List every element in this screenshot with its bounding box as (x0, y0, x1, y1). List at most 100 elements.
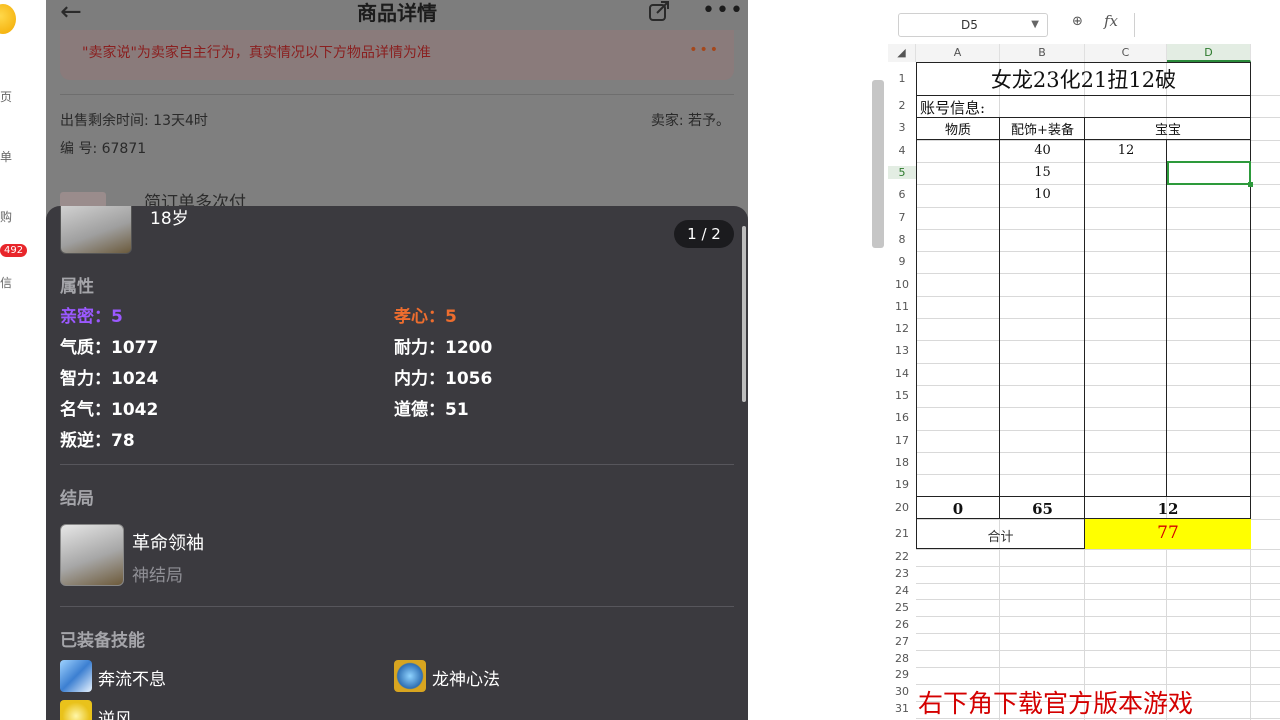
table-border (916, 95, 1251, 96)
sheet-title-cell[interactable]: 女龙23化21扭12破 (916, 64, 1251, 94)
row-header[interactable]: 16 (888, 411, 916, 424)
skill-name: 奔流不息 (98, 670, 166, 690)
column-header-a[interactable]: A (916, 44, 1000, 62)
attr-label: 耐力： (394, 338, 445, 358)
row-header[interactable]: 3 (888, 121, 916, 134)
row-header[interactable]: 10 (888, 278, 916, 291)
row-header[interactable]: 4 (888, 144, 916, 157)
more-options-icon[interactable]: ••• (702, 0, 744, 22)
row-header[interactable]: 25 (888, 601, 916, 614)
row-header[interactable]: 22 (888, 550, 916, 563)
attr-morality: 道德：51 (394, 395, 469, 420)
row-header[interactable]: 7 (888, 211, 916, 224)
row-header[interactable]: 13 (888, 344, 916, 357)
grid-row-line (916, 650, 1280, 652)
attr-rebellion: 叛逆：78 (60, 426, 135, 451)
nav-label-home[interactable]: 页 (0, 88, 12, 105)
attr-value: 5 (445, 307, 457, 327)
skill-icon (60, 660, 92, 692)
row-header[interactable]: 21 (888, 527, 916, 540)
active-cell-d5[interactable] (1167, 161, 1253, 187)
row-header[interactable]: 5 (888, 166, 916, 180)
attr-stamina: 耐力：1200 (394, 333, 492, 358)
seller-name[interactable]: 卖家: 若予。 (651, 110, 730, 130)
cell-c4[interactable]: 12 (1085, 143, 1167, 158)
cell-c20[interactable]: 12 (1085, 500, 1251, 518)
sum-label-cell[interactable]: 合计 (916, 526, 1085, 545)
row-header[interactable]: 6 (888, 188, 916, 201)
notice-dots-icon[interactable]: ••• (689, 42, 720, 58)
row-header[interactable]: 12 (888, 322, 916, 335)
row-header[interactable]: 29 (888, 668, 916, 681)
chevron-down-icon[interactable]: ▼ (1031, 14, 1039, 36)
cell-b5[interactable]: 15 (1000, 165, 1085, 180)
row-header[interactable]: 1 (888, 72, 916, 85)
row-header[interactable]: 23 (888, 567, 916, 580)
share-icon[interactable] (648, 0, 670, 22)
row-header[interactable]: 26 (888, 618, 916, 631)
column-header-d[interactable]: D (1167, 44, 1251, 62)
row-header[interactable]: 20 (888, 501, 916, 514)
row-header[interactable]: 24 (888, 584, 916, 597)
zoom-icon[interactable]: ⊕ (1072, 14, 1083, 29)
skill-name: 龙神心法 (432, 670, 500, 690)
remaining-time: 出售剩余时间: 13天4时 (60, 113, 208, 129)
header-equipment[interactable]: 配饰+装备 (1000, 119, 1085, 138)
select-all-corner[interactable]: ◢ (888, 44, 916, 62)
function-icon[interactable]: fx (1104, 12, 1118, 30)
column-header-b[interactable]: B (1000, 44, 1085, 62)
row-header[interactable]: 18 (888, 456, 916, 469)
cell-b20[interactable]: 65 (1000, 500, 1085, 518)
header-pet[interactable]: 宝宝 (1085, 119, 1251, 138)
nav-label-orders[interactable]: 单 (0, 148, 12, 165)
row-header[interactable]: 8 (888, 233, 916, 246)
character-age: 18岁 (150, 209, 189, 229)
attr-label: 名气： (60, 400, 111, 420)
cell-a20[interactable]: 0 (916, 500, 1000, 518)
nav-label-messages[interactable]: 信 (0, 274, 12, 291)
attr-fame: 名气：1042 (60, 395, 158, 420)
row-header[interactable]: 30 (888, 685, 916, 698)
grid-row-line (916, 340, 1280, 342)
name-box[interactable]: D5 ▼ (898, 13, 1048, 37)
scrollbar[interactable] (742, 226, 746, 402)
row-header[interactable]: 19 (888, 478, 916, 491)
attr-label: 孝心： (394, 307, 445, 327)
row-header[interactable]: 17 (888, 434, 916, 447)
grid-row-line (916, 384, 1280, 386)
background-gap (748, 0, 872, 720)
grid-row-line (916, 565, 1280, 567)
character-detail-card: 18岁 1 / 2 属性 亲密：5 孝心：5 气质：1077 耐力：1200 智… (46, 206, 748, 720)
formula-input[interactable] (1134, 13, 1280, 37)
attr-value: 51 (445, 400, 469, 420)
cell-b4[interactable]: 40 (1000, 143, 1085, 158)
skill-name: 逆风 (98, 710, 132, 720)
row-header[interactable]: 15 (888, 389, 916, 402)
grid-row-line (916, 295, 1280, 297)
row-header[interactable]: 27 (888, 635, 916, 648)
attr-label: 亲密： (60, 307, 111, 327)
grid-row-line (916, 667, 1280, 668)
grid-row-line (916, 251, 1280, 253)
grid-row-line (916, 429, 1280, 431)
attr-filial: 孝心：5 (394, 302, 457, 327)
column-header-c[interactable]: C (1085, 44, 1167, 62)
grid-row-line (916, 616, 1280, 618)
row-header[interactable]: 9 (888, 255, 916, 268)
header-material[interactable]: 物质 (916, 119, 1000, 138)
row-header[interactable]: 14 (888, 367, 916, 380)
row-header[interactable]: 2 (888, 99, 916, 112)
sheet-scrollbar[interactable] (872, 80, 884, 248)
character-avatar (60, 206, 132, 254)
grid-row-line (916, 206, 1280, 208)
account-info-cell[interactable]: 账号信息: (920, 97, 985, 118)
attr-value: 5 (111, 307, 123, 327)
attr-value: 1200 (445, 338, 493, 358)
cell-b6[interactable]: 10 (1000, 187, 1085, 202)
row-header[interactable]: 28 (888, 652, 916, 665)
attr-temperament: 气质：1077 (60, 333, 158, 358)
sum-value-cell[interactable]: 77 (1085, 523, 1251, 543)
row-header[interactable]: 31 (888, 702, 916, 715)
nav-label-buy[interactable]: 购 (0, 208, 12, 225)
row-header[interactable]: 11 (888, 300, 916, 313)
